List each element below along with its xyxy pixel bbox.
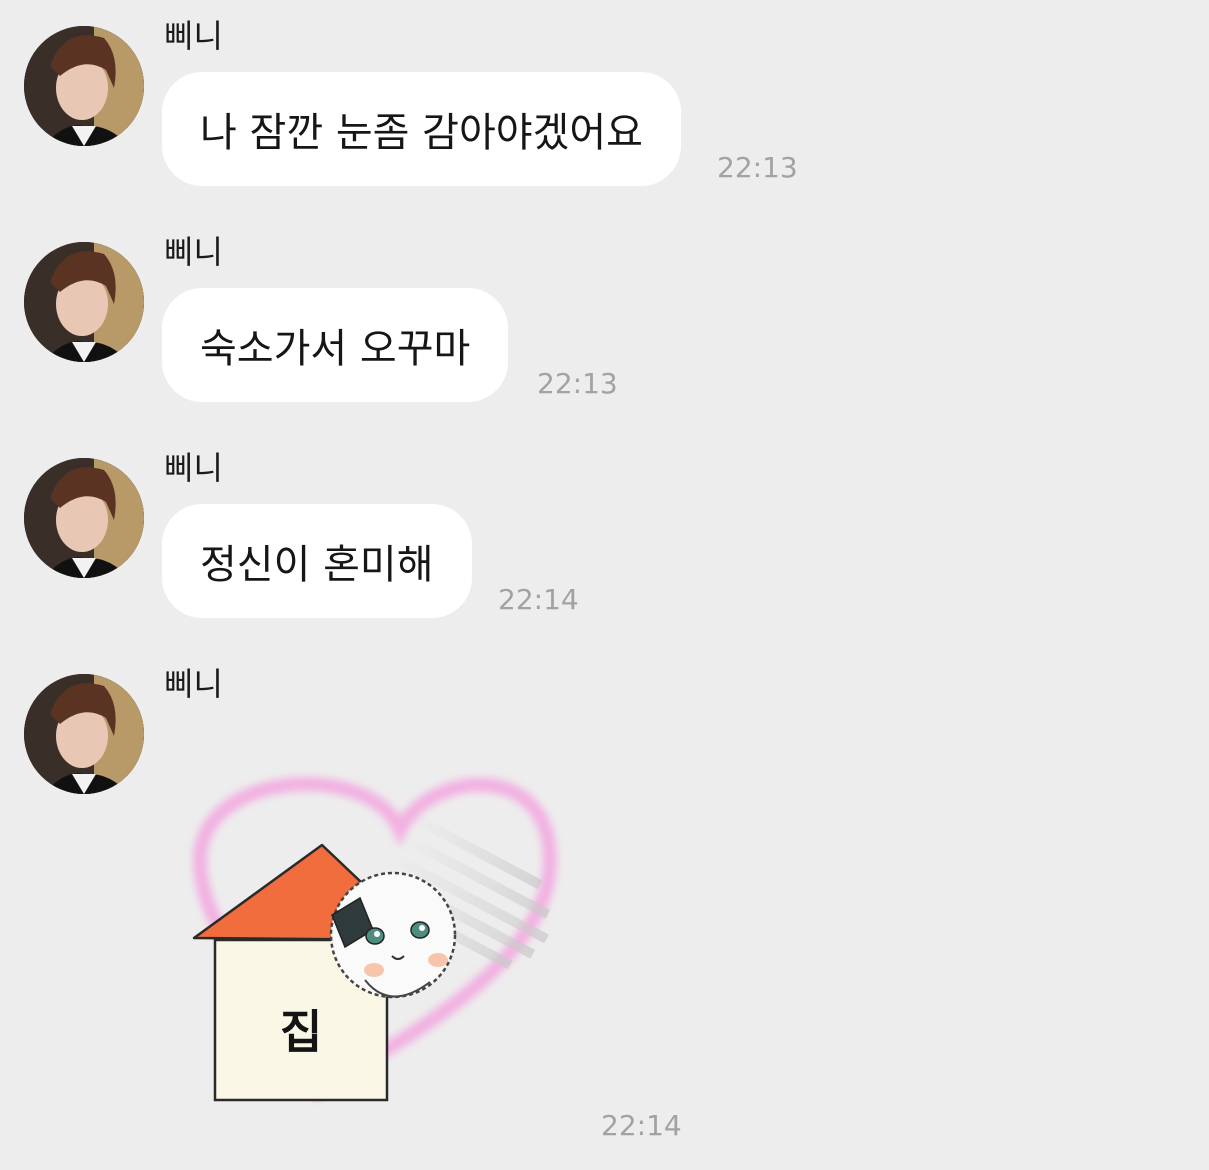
sender-name: 삐니	[164, 17, 223, 55]
message-time: 22:13	[537, 367, 618, 400]
message-time: 22:14	[498, 583, 579, 616]
message-row: 삐니 숙소가서 오꾸마 22:13	[0, 216, 1209, 432]
message-row: 삐니 나 잠깐 눈좀 감아야겠어요 22:13	[0, 0, 1209, 216]
avatar[interactable]	[24, 242, 144, 362]
message-bubble[interactable]: 정신이 혼미해	[162, 504, 472, 618]
message-time: 22:14	[601, 1109, 682, 1142]
message-bubble[interactable]: 나 잠깐 눈좀 감아야겠어요	[162, 72, 681, 186]
avatar[interactable]	[24, 26, 144, 146]
sender-name: 삐니	[164, 233, 223, 271]
message-row: 삐니 정신이 혼미해 22:14	[0, 432, 1209, 648]
message-bubble[interactable]: 숙소가서 오꾸마	[162, 288, 509, 402]
avatar[interactable]	[24, 458, 144, 578]
chat-area: 삐니 나 잠깐 눈좀 감아야겠어요 22:13 삐니 숙소가서 오꾸마 22:1…	[0, 0, 1209, 1170]
sender-name: 삐니	[164, 665, 223, 703]
sticker-label: 집	[280, 1005, 323, 1059]
sticker-image[interactable]	[160, 750, 590, 1110]
message-time: 22:13	[717, 151, 798, 184]
sender-name: 삐니	[164, 449, 223, 487]
avatar[interactable]	[24, 674, 144, 794]
rice-ball-icon	[329, 871, 457, 999]
